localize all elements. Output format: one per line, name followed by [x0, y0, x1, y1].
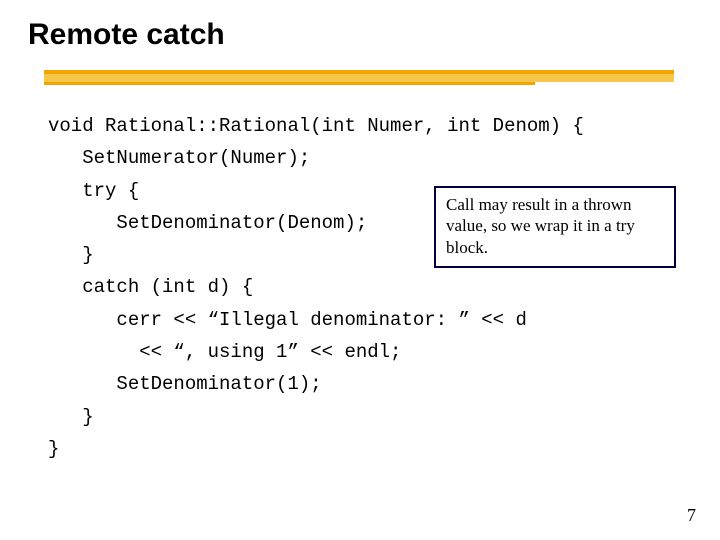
- underline-stroke-bot: [44, 82, 535, 85]
- slide: Remote catch void Rational::Rational(int…: [0, 0, 720, 540]
- title-underline: [44, 70, 674, 88]
- slide-title: Remote catch: [0, 18, 720, 52]
- underline-stroke-mid: [44, 74, 674, 82]
- annotation-callout: Call may result in a thrown value, so we…: [434, 186, 676, 268]
- code-block: void Rational::Rational(int Numer, int D…: [48, 110, 720, 465]
- page-number: 7: [687, 505, 696, 526]
